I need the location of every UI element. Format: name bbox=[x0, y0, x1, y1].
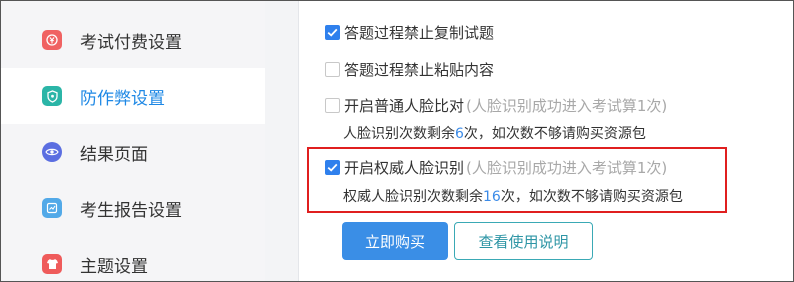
report-icon bbox=[42, 198, 62, 218]
sidebar-item-exam-payment-settings[interactable]: 考试付费设置 bbox=[1, 12, 265, 68]
sidebar-item-label: 考生报告设置 bbox=[80, 200, 182, 221]
checkbox-no-paste[interactable] bbox=[325, 62, 340, 77]
option-label: 答题过程禁止粘贴内容 bbox=[344, 61, 495, 79]
remaining-count: 6 bbox=[455, 126, 464, 142]
sidebar-item-label: 防作弊设置 bbox=[80, 88, 165, 109]
buy-now-button[interactable]: 立即购买 bbox=[342, 222, 448, 260]
sidebar-item-candidate-report-settings[interactable]: 考生报告设置 bbox=[1, 180, 265, 236]
option-no-paste[interactable]: 答题过程禁止粘贴内容 bbox=[325, 59, 494, 80]
info-prefix: 人脸识别次数剩余 bbox=[343, 126, 455, 142]
option-label: 答题过程禁止复制试题 bbox=[344, 24, 495, 42]
checkbox-face-compare[interactable] bbox=[325, 98, 340, 113]
sidebar-item-result-page[interactable]: 结果页面 bbox=[1, 124, 265, 180]
option-face-compare[interactable]: 开启普通人脸比对 (人脸识别成功进入考试算1次) bbox=[325, 95, 667, 116]
sidebar: 考试付费设置 防作弊设置 结果页面 考生报告设置 主题设置 bbox=[1, 1, 265, 281]
view-instructions-button[interactable]: 查看使用说明 bbox=[454, 222, 593, 260]
payment-icon bbox=[42, 30, 62, 50]
shield-icon bbox=[42, 86, 62, 106]
shirt-icon bbox=[42, 254, 62, 274]
eye-icon bbox=[42, 142, 62, 162]
checkbox-no-copy[interactable] bbox=[325, 25, 340, 40]
option-no-copy[interactable]: 答题过程禁止复制试题 bbox=[325, 22, 494, 43]
app-window: 考试付费设置 防作弊设置 结果页面 考生报告设置 主题设置 答题过程禁止复制试题… bbox=[0, 0, 794, 282]
sidebar-item-label: 考试付费设置 bbox=[80, 32, 182, 53]
option-hint: (人脸识别成功进入考试算1次) bbox=[466, 97, 668, 115]
sidebar-item-label: 结果页面 bbox=[80, 144, 148, 165]
checkmark-icon bbox=[327, 28, 338, 37]
highlight-box bbox=[307, 147, 727, 213]
face-compare-remaining-info: 人脸识别次数剩余6次，如次数不够请购买资源包 bbox=[343, 123, 646, 143]
sidebar-item-anti-cheating-settings[interactable]: 防作弊设置 bbox=[1, 68, 265, 124]
option-label: 开启普通人脸比对 bbox=[344, 97, 465, 115]
divider-band bbox=[265, 1, 299, 281]
info-suffix: 次，如次数不够请购买资源包 bbox=[463, 126, 646, 142]
sidebar-item-theme-settings[interactable]: 主题设置 bbox=[1, 236, 265, 281]
sidebar-item-label: 主题设置 bbox=[80, 256, 148, 277]
